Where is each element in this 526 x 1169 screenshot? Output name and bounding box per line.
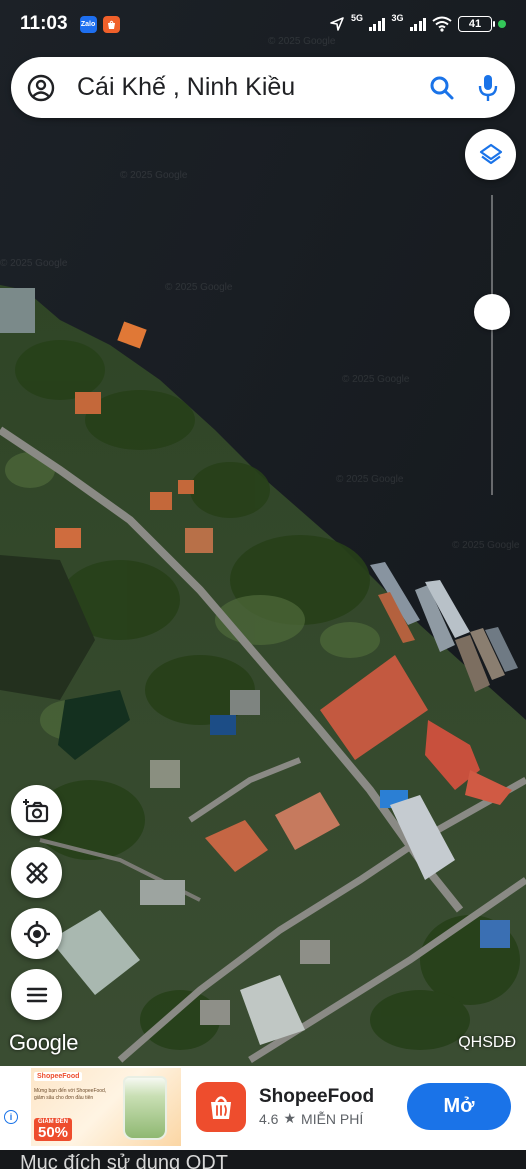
layer-label[interactable]: QHSDĐ [458, 1034, 516, 1052]
satellite-imagery: © 2025 Google © 2025 Google © 2025 Googl… [0, 0, 526, 1169]
zoom-slider-track[interactable] [491, 195, 493, 495]
privacy-indicator-dot [498, 20, 506, 28]
account-icon[interactable] [27, 74, 55, 102]
drink-cup-illustration [123, 1076, 167, 1140]
svg-text:© 2025 Google: © 2025 Google [452, 540, 520, 551]
zoom-slider-thumb[interactable] [474, 294, 510, 330]
wifi-icon [432, 16, 452, 32]
bottom-sheet-peek[interactable]: Mục đích sử dụng ODT [0, 1150, 526, 1169]
search-input[interactable]: Cái Khế , Ninh Kiều [77, 73, 429, 102]
ad-image-brand: ShopeeFood [34, 1072, 83, 1081]
add-photo-button[interactable] [11, 785, 62, 836]
bottom-sheet-text: Mục đích sử dụng ODT [20, 1152, 228, 1169]
google-attribution: Google [9, 1030, 79, 1055]
svg-text:© 2025 Google: © 2025 Google [0, 258, 68, 269]
ad-info-icon[interactable]: i [4, 1110, 18, 1124]
crosshair-icon [23, 920, 50, 947]
microphone-icon[interactable] [477, 74, 499, 102]
status-indicators: 5G 3G 41 [329, 12, 506, 32]
shopeefood-app-icon[interactable] [196, 1082, 246, 1132]
camera-plus-icon [22, 798, 48, 822]
status-time: 11:03 [20, 13, 68, 34]
svg-text:© 2025 Google: © 2025 Google [120, 170, 188, 181]
svg-text:© 2025 Google: © 2025 Google [165, 282, 233, 293]
ad-open-button[interactable]: Mở [407, 1083, 511, 1130]
star-icon: ★ [283, 1110, 297, 1126]
ad-image[interactable]: ShopeeFood Mừng bạn đến với ShopeeFood, … [31, 1068, 181, 1146]
layers-button[interactable] [465, 129, 516, 180]
network-label-1: 5G [350, 12, 363, 23]
ad-app-name[interactable]: ShopeeFood [259, 1086, 374, 1108]
ad-rating-value: 4.6 [259, 1110, 279, 1127]
menu-button[interactable] [11, 969, 62, 1020]
location-arrow-icon [330, 17, 344, 31]
layers-icon [479, 143, 502, 164]
zalo-icon: Zalo [79, 15, 97, 33]
my-location-button[interactable] [11, 908, 62, 959]
signal-icon [368, 17, 386, 31]
ad-rating: 4.6 ★ MIỄN PHÍ [259, 1110, 363, 1127]
battery-icon: 41 [458, 16, 495, 32]
hamburger-icon [26, 987, 47, 1002]
svg-text:© 2025 Google: © 2025 Google [336, 474, 404, 485]
ad-promo-big: 50% [38, 1124, 69, 1141]
ad-price: MIỄN PHÍ [301, 1110, 364, 1127]
ad-banner[interactable]: i ShopeeFood Mừng bạn đến với ShopeeFood… [0, 1066, 526, 1150]
shopee-icon [102, 15, 120, 33]
network-label-2: 3G [391, 12, 404, 23]
svg-text:© 2025 Google: © 2025 Google [342, 374, 410, 385]
search-icon[interactable] [429, 75, 455, 101]
signal-icon-2 [409, 17, 426, 31]
search-bar[interactable]: Cái Khế , Ninh Kiều [11, 57, 515, 118]
measure-button[interactable] [11, 847, 62, 898]
ad-image-promo: GIẢM ĐẾN 50% [34, 1118, 73, 1141]
ad-image-text: Mừng bạn đến với ShopeeFood, giảm sâu ch… [34, 1088, 107, 1101]
status-bar: 11:03 Zalo 5G 3G 41 [0, 0, 526, 48]
satellite-map[interactable]: © 2025 Google © 2025 Google © 2025 Googl… [0, 0, 526, 1169]
battery-level: 41 [468, 18, 482, 30]
ruler-cross-icon [25, 861, 48, 884]
